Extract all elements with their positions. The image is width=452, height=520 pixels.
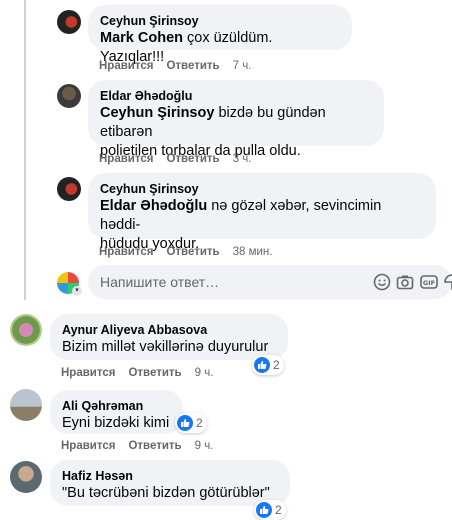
reply-link[interactable]: Ответить	[128, 440, 181, 452]
comment-author[interactable]: Aynur Aliyeva Abbasova	[62, 322, 276, 338]
comment-actions: Нравится Ответить 38 мин.	[99, 246, 285, 258]
comment-bubble: Ceyhun Şirinsoy Mark Cohen çox üzüldüm. …	[88, 5, 352, 65]
comment-text: Eldar Əhədoğlu nə gözəl xəbər, sevincimi…	[100, 198, 382, 233]
avatar[interactable]	[10, 461, 42, 493]
reply-input-box[interactable]: Напишите ответ… GIF	[88, 265, 452, 299]
reply-link[interactable]: Ответить	[166, 60, 219, 72]
comment-author[interactable]: Hafiz Həsən	[62, 468, 278, 484]
reaction-count[interactable]: 2	[252, 355, 284, 375]
comment-author[interactable]: Eldar Əhədoğlu	[100, 88, 372, 104]
reply-input[interactable]: Напишите ответ…	[100, 274, 219, 290]
chevron-down-icon[interactable]: ▾	[72, 286, 82, 296]
comment-bubble: Ali Qəhrəman Eyni bizdəki kimi	[50, 390, 183, 434]
like-reaction-icon	[256, 502, 272, 518]
comment-author[interactable]: Ceyhun Şirinsoy	[100, 13, 340, 29]
svg-text:GIF: GIF	[423, 279, 435, 287]
like-link[interactable]: Нравится	[99, 60, 153, 72]
comment-bubble: Hafiz Həsən "Bu təcrübəni bizdən götürüb…	[50, 460, 290, 506]
like-reaction-icon	[254, 357, 270, 373]
timestamp[interactable]: 7 ч.	[233, 60, 252, 72]
avatar[interactable]	[57, 177, 81, 201]
reply-link[interactable]: Ответить	[166, 246, 219, 258]
comment-actions: Нравится Ответить 9 ч.	[61, 440, 226, 452]
like-link[interactable]: Нравится	[61, 367, 115, 379]
comment-actions: Нравится Ответить 3 ч.	[99, 153, 264, 165]
comment-text: "Bu təcrübəni bizdən götürüblər"	[62, 485, 270, 501]
comment-actions: Нравится Ответить 7 ч.	[99, 60, 264, 72]
avatar[interactable]	[10, 314, 42, 346]
camera-icon[interactable]	[396, 273, 414, 291]
comment-bubble: Aynur Aliyeva Abbasova Bizim millət vəki…	[50, 314, 288, 360]
like-link[interactable]: Нравится	[99, 246, 153, 258]
avatar[interactable]	[57, 10, 81, 34]
avatar[interactable]	[10, 389, 42, 421]
emoji-icon[interactable]	[373, 273, 391, 291]
comment-actions: Нравится Ответить 9 ч.	[61, 367, 226, 379]
comment-text: Ceyhun Şirinsoy bizdə bu gündən etibarən	[100, 105, 326, 140]
comment-author[interactable]: Ceyhun Şirinsoy	[100, 181, 424, 197]
reaction-count[interactable]: 2	[254, 500, 286, 520]
comment-author[interactable]: Ali Qəhrəman	[62, 398, 171, 414]
thread-line	[24, 0, 26, 300]
mention-link[interactable]: Ceyhun Şirinsoy	[100, 105, 214, 121]
like-reaction-icon	[177, 415, 193, 431]
timestamp[interactable]: 9 ч.	[195, 367, 214, 379]
timestamp[interactable]: 38 мин.	[233, 246, 273, 258]
comment-bubble: Eldar Əhədoğlu Ceyhun Şirinsoy bizdə bu …	[88, 80, 384, 159]
gif-icon[interactable]: GIF	[420, 273, 438, 291]
sticker-icon[interactable]	[443, 273, 452, 291]
reaction-number: 2	[196, 416, 203, 430]
reaction-count[interactable]: 2	[175, 413, 207, 433]
reaction-number: 2	[273, 358, 280, 372]
like-link[interactable]: Нравится	[61, 440, 115, 452]
mention-link[interactable]: Mark Cohen	[100, 30, 183, 46]
timestamp[interactable]: 3 ч.	[233, 153, 252, 165]
like-link[interactable]: Нравится	[99, 153, 153, 165]
comment-text: Bizim millət vəkillərinə duyurulur	[62, 339, 269, 355]
reply-link[interactable]: Ответить	[166, 153, 219, 165]
avatar[interactable]	[57, 84, 81, 108]
comment-bubble: Ceyhun Şirinsoy Eldar Əhədoğlu nə gözəl …	[88, 173, 436, 252]
mention-link[interactable]: Eldar Əhədoğlu	[100, 198, 207, 214]
reaction-number: 2	[275, 503, 282, 517]
timestamp[interactable]: 9 ч.	[195, 440, 214, 452]
comment-text: Eyni bizdəki kimi	[62, 415, 170, 431]
reply-link[interactable]: Ответить	[128, 367, 181, 379]
